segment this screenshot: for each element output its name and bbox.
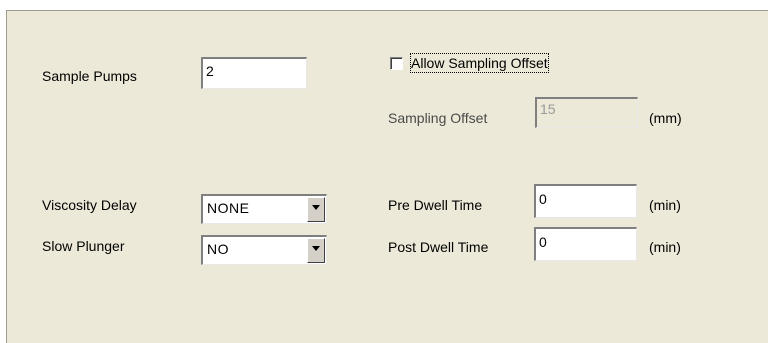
viscosity-delay-dropdown-button[interactable] <box>307 197 325 222</box>
sample-pumps-label: Sample Pumps <box>42 68 137 84</box>
slow-plunger-label: Slow Plunger <box>42 238 125 254</box>
sampling-offset-input[interactable]: 15 <box>535 97 638 128</box>
viscosity-delay-value: NONE <box>207 200 250 216</box>
pre-dwell-time-unit: (min) <box>649 197 681 213</box>
slow-plunger-select[interactable]: NO <box>201 235 327 265</box>
allow-sampling-offset-label[interactable]: Allow Sampling Offset <box>410 53 549 73</box>
viscosity-delay-select[interactable]: NONE <box>201 194 327 224</box>
sampling-offset-label: Sampling Offset <box>388 110 488 126</box>
viscosity-delay-label: Viscosity Delay <box>42 197 137 213</box>
post-dwell-time-unit: (min) <box>649 239 681 255</box>
post-dwell-time-label: Post Dwell Time <box>388 239 489 255</box>
post-dwell-time-input[interactable]: 0 <box>534 227 637 261</box>
pre-dwell-time-input[interactable]: 0 <box>534 184 637 218</box>
allow-sampling-offset-checkbox[interactable] <box>390 57 403 70</box>
chevron-down-icon <box>312 246 320 251</box>
settings-panel: Sample Pumps 2 Allow Sampling Offset Sam… <box>6 10 768 343</box>
slow-plunger-value: NO <box>207 241 229 257</box>
chevron-down-icon <box>312 205 320 210</box>
sampling-offset-unit: (mm) <box>649 110 682 126</box>
slow-plunger-dropdown-button[interactable] <box>307 238 325 263</box>
sample-pumps-input[interactable]: 2 <box>201 57 307 89</box>
pre-dwell-time-label: Pre Dwell Time <box>388 197 483 213</box>
